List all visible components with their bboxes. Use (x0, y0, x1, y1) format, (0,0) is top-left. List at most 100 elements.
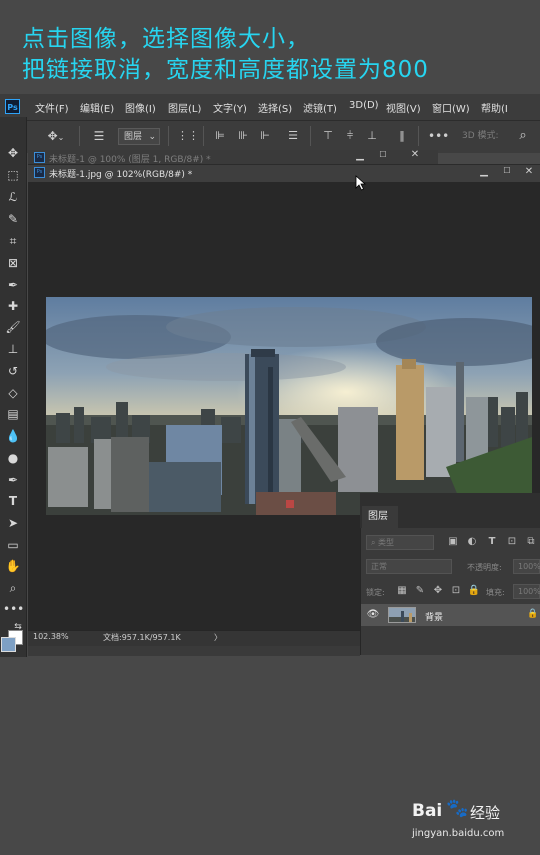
document-image-city-skyline[interactable] (46, 297, 532, 515)
divider (418, 126, 419, 146)
ps-document-icon: Ps (34, 167, 45, 178)
clone-stamp-tool-icon[interactable]: ⊥ (3, 340, 23, 358)
quick-select-tool-icon[interactable]: ✎ (3, 210, 23, 228)
show-transform-controls-icon[interactable]: ⋮⋮ (177, 126, 199, 146)
ps-document-icon: Ps (34, 152, 45, 163)
lock-icon: 🔒 (527, 609, 539, 619)
search-icon[interactable]: ⌕ (514, 126, 532, 146)
lock-transparent-icon[interactable]: ▦ (395, 585, 409, 596)
menu-filter[interactable]: 滤镜(T) (303, 100, 337, 115)
maximize-icon[interactable]: ☐ (500, 166, 514, 175)
lock-artboard-icon[interactable]: ⊡ (449, 585, 463, 596)
auto-select-layers-icon[interactable]: ☰ (90, 126, 108, 146)
close-icon[interactable]: ✕ (408, 149, 422, 160)
minimize-icon[interactable]: ▁ (353, 150, 367, 161)
lock-label: 锁定: (366, 588, 385, 597)
menu-type[interactable]: 文字(Y) (213, 100, 247, 115)
align-right-icon[interactable]: ⊩ (257, 126, 273, 146)
menu-file[interactable]: 文件(F) (35, 100, 69, 115)
caption-line-1: 点击图像，选择图像大小， (22, 26, 310, 52)
search-placeholder: 类型 (378, 538, 395, 547)
status-menu-arrow-icon[interactable]: 〉 (214, 632, 222, 643)
layer-filter-search[interactable]: ⌕ 类型 (366, 535, 434, 550)
align-left-icon[interactable]: ⊫ (212, 126, 228, 146)
watermark-product: 经验 (470, 804, 501, 822)
maximize-icon[interactable]: ☐ (376, 150, 390, 159)
menu-help[interactable]: 帮助(I (481, 100, 508, 115)
menu-edit[interactable]: 编辑(E) (80, 100, 114, 115)
filter-type-icon[interactable]: T (485, 536, 499, 547)
minimize-icon[interactable]: ▁ (477, 166, 491, 177)
eraser-tool-icon[interactable]: ◇ (3, 384, 23, 402)
gradient-tool-icon[interactable]: ▤ (3, 405, 23, 423)
more-options-icon[interactable]: ••• (428, 126, 449, 146)
filter-shape-icon[interactable]: ⊡ (505, 536, 519, 547)
menu-select[interactable]: 选择(S) (258, 100, 292, 115)
layers-panel-tab[interactable]: 图层 (362, 506, 398, 528)
blend-mode-dropdown[interactable]: 正常 (366, 559, 452, 574)
distribute-icon[interactable]: ☰ (285, 126, 301, 146)
zoom-tool-icon[interactable]: ⌕ (3, 579, 23, 597)
menu-3d[interactable]: 3D(D) (349, 100, 379, 111)
filter-smart-object-icon[interactable]: ⧉ (524, 536, 538, 547)
lock-all-icon[interactable]: 🔒 (467, 585, 481, 596)
path-selection-tool-icon[interactable]: ➤ (3, 514, 23, 532)
lock-position-icon[interactable]: ✥ (431, 585, 445, 596)
healing-brush-tool-icon[interactable]: ✚ (3, 297, 23, 315)
divider (203, 126, 204, 146)
document-size-info: 文档:957.1K/957.1K (103, 633, 181, 642)
close-icon[interactable]: ✕ (522, 166, 536, 177)
align-center-icon[interactable]: ⊪ (235, 126, 251, 146)
filter-pixel-icon[interactable]: ▣ (446, 536, 460, 547)
move-tool-icon[interactable]: ✥ (3, 144, 23, 162)
menu-image[interactable]: 图像(I) (125, 100, 156, 115)
align-middle-icon[interactable]: ⫩ (342, 126, 358, 146)
layer-name[interactable]: 背景 (425, 610, 443, 623)
crop-tool-icon[interactable]: ⌗ (3, 232, 23, 250)
rectangle-tool-icon[interactable]: ▭ (3, 536, 23, 554)
distribute-vertical-icon[interactable]: ‖ (394, 126, 410, 146)
divider (79, 126, 80, 146)
eyedropper-tool-icon[interactable]: ✒ (3, 276, 23, 294)
brush-tool-icon[interactable]: 🖌 (3, 318, 23, 336)
frame-tool-icon[interactable]: ⊠ (3, 254, 23, 272)
caption-line-2: 把链接取消，宽度和高度都设置为800 (22, 57, 429, 83)
3d-mode-label: 3D 模式: (462, 131, 499, 141)
fill-label: 填充: (486, 588, 505, 597)
menu-view[interactable]: 视图(V) (386, 100, 421, 115)
divider (310, 126, 311, 146)
layer-thumbnail (388, 607, 416, 623)
photoshop-logo-icon: Ps (5, 99, 20, 114)
move-tool-preset-icon[interactable]: ✥⌄ (43, 126, 69, 146)
watermark-brand: Bai (412, 801, 443, 821)
align-top-icon[interactable]: ⊤ (320, 126, 336, 146)
menu-layer[interactable]: 图层(L) (168, 100, 201, 115)
lasso-tool-icon[interactable]: ℒ (3, 188, 23, 206)
mouse-cursor-icon (355, 175, 366, 191)
lock-image-icon[interactable]: ✎ (413, 585, 427, 596)
edit-toolbar-icon[interactable]: ••• (3, 600, 24, 618)
divider (168, 126, 169, 146)
filter-adjustment-icon[interactable]: ◐ (465, 536, 479, 547)
pen-tool-icon[interactable]: ✒ (3, 471, 23, 489)
horizontal-scrollbar[interactable] (28, 646, 360, 656)
zoom-level[interactable]: 102.38% (33, 632, 69, 641)
opacity-label: 不透明度: (467, 563, 502, 572)
dodge-tool-icon[interactable]: ● (3, 449, 23, 467)
search-icon: ⌕ (371, 538, 379, 547)
hand-tool-icon[interactable]: ✋ (3, 557, 23, 575)
paw-logo-icon: 🐾 (446, 798, 469, 819)
active-tab-title: 未标题-1.jpg @ 102%(RGB/8#) * (49, 170, 193, 180)
type-tool-icon[interactable]: T (3, 492, 23, 510)
marquee-tool-icon[interactable]: ⬚ (3, 166, 23, 184)
history-brush-tool-icon[interactable]: ↺ (3, 362, 23, 380)
foreground-color-swatch[interactable] (1, 637, 16, 652)
menu-window[interactable]: 窗口(W) (432, 100, 470, 115)
auto-select-target-dropdown[interactable]: 图层 ⌄ (118, 128, 160, 145)
watermark-url: jingyan.baidu.com (412, 828, 505, 839)
align-bottom-icon[interactable]: ⊥ (364, 126, 380, 146)
fill-input[interactable]: 100% (513, 584, 540, 599)
blur-tool-icon[interactable]: 💧 (3, 427, 23, 445)
opacity-input[interactable]: 100% (513, 559, 540, 574)
eye-visibility-icon[interactable]: 👁 (366, 609, 380, 620)
